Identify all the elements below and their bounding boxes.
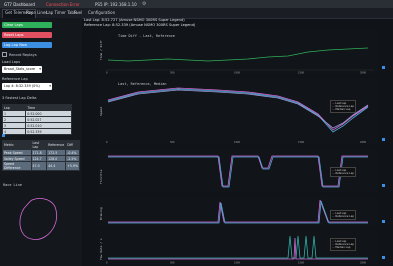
tab-configuration[interactable]: Configuration <box>86 10 117 16</box>
speed-legend: — Last Lap — Reference Lap — Median Lap <box>330 100 356 114</box>
gear-icon[interactable]: ⚙ <box>142 1 146 7</box>
yaw-legend: — Last Lap — Reference Lap — Median Lap <box>330 238 356 252</box>
connection-status: Connection Error <box>46 1 80 7</box>
checkbox-icon[interactable] <box>2 52 7 57</box>
legend-item: — Reference Lap <box>332 171 354 175</box>
legend-label: Median Lap <box>335 108 351 112</box>
table-row: Speed Difference 47.0 44.4 +5.9% <box>2 161 80 171</box>
chevron-down-icon: ▾ <box>49 84 51 88</box>
throttle-legend: — Last Lap — Reference Lap <box>330 167 356 177</box>
metric-last: 47.0 <box>30 161 48 171</box>
stats-header-last: Last Lap <box>30 140 48 150</box>
chart-resize-handle[interactable] <box>382 138 385 141</box>
record-replays-label: Record Replays <box>9 52 37 57</box>
app-title: GT7 Dashboard <box>4 1 35 7</box>
x-tick: 2000 <box>360 140 367 144</box>
chart-resize-handle[interactable] <box>382 184 385 187</box>
x-tick: 1000 <box>234 140 241 144</box>
top-bar: GT7 Dashboard Connection Error PS5 IP: 1… <box>0 0 393 8</box>
load-laps-value: Broad_Stats_score <box>4 67 36 71</box>
x-tick: 1500 <box>298 71 305 75</box>
reference-lap-select[interactable]: Lap 4: 8:32.339 (0%) ▾ <box>2 83 52 90</box>
x-tick: 1500 <box>298 261 305 265</box>
reset-laps-button[interactable]: Reset Laps <box>2 32 52 38</box>
reference-lap-value: Lap 4: 8:32.339 (0%) <box>4 84 40 88</box>
race-line-path <box>19 198 58 240</box>
x-tick: 1500 <box>298 140 305 144</box>
chart-resize-handle[interactable] <box>382 256 385 259</box>
chart-ylabel: Time / Diff <box>99 40 103 60</box>
chart-title: Last, Reference, Median <box>118 82 166 86</box>
table-row[interactable]: 4 0:52.339 <box>1 128 72 135</box>
chart-resize-handle[interactable] <box>382 66 385 69</box>
stats-header-reference: Reference <box>46 140 67 150</box>
metric-name: Speed Difference <box>2 161 32 171</box>
metric-diff: +5.9% <box>65 161 80 171</box>
x-tick: 2000 <box>360 261 367 265</box>
stats-header-diff: Diff <box>65 140 80 150</box>
log-lap-button[interactable]: Log Lap Now <box>2 42 52 48</box>
legend-label: Median Lap <box>335 246 351 250</box>
legend-item: — Median Lap <box>332 108 351 112</box>
x-tick: 500 <box>170 261 175 265</box>
race-line-map: Race Line <box>3 183 58 240</box>
x-tick: 1000 <box>234 71 241 75</box>
chart-ylabel: Yaw Rate / s <box>99 238 103 260</box>
reference-lap-label: Reference Lap <box>2 77 28 81</box>
chevron-down-icon: ▾ <box>39 67 41 71</box>
x-tick: 1000 <box>234 261 241 265</box>
ip-label: PS5 IP: 192.168.1.10 <box>95 1 137 7</box>
x-tick: 500 <box>170 140 175 144</box>
x-tick: 2000 <box>360 71 367 75</box>
chart-ylabel: Throttle <box>99 169 103 184</box>
legend-item: — Reference Lap <box>332 214 354 218</box>
info-icon <box>2 134 5 137</box>
tab-fuel[interactable]: Fuel <box>72 10 84 16</box>
reference-lap-text: Reference Lap: 8:52.339 (Amuse NSMO 300R… <box>84 23 196 27</box>
race-line-label: Race Line <box>3 183 22 187</box>
chart-ylabel: Speed <box>99 107 103 116</box>
legend-item: — Median Lap <box>332 246 351 250</box>
legend-label: Reference Lap <box>335 214 354 218</box>
stats-table: Metric Last Lap Reference Diff Peak Spee… <box>2 140 80 171</box>
stats-header-metric: Metric <box>2 140 32 150</box>
x-tick: 500 <box>170 71 175 75</box>
lap-summary: Last Lap: 8:52.727 (Amuse NSMO 300RS Sup… <box>84 18 195 28</box>
legend-label: Reference Lap <box>335 171 354 175</box>
time-diff-chart: Time Diff - Last, Reference Time / Diff … <box>98 30 378 74</box>
record-replays-checkbox[interactable]: Record Replays <box>2 52 37 57</box>
metric-reference: 44.4 <box>46 161 67 171</box>
chart-resize-handle[interactable] <box>382 220 385 223</box>
braking-legend: — Last Lap — Reference Lap <box>330 210 356 220</box>
chart-title: Time Diff - Last, Reference <box>118 34 175 38</box>
chart-ylabel: Braking <box>99 207 103 220</box>
load-laps-label: Load Laps <box>2 60 21 64</box>
clear-laps-button[interactable]: Clear Laps <box>2 22 52 28</box>
laps-table: Lap Time 1 0:52.000 2 0:52.027 3 0:52.010 40… <box>1 104 72 135</box>
fastest-lap-label: 3 Fastest Lap Delta <box>2 96 37 100</box>
lap-time: 0:52.339 <box>25 128 72 135</box>
lap-number: 4 <box>1 128 27 135</box>
load-laps-select[interactable]: Broad_Stats_score ▾ <box>2 66 42 73</box>
